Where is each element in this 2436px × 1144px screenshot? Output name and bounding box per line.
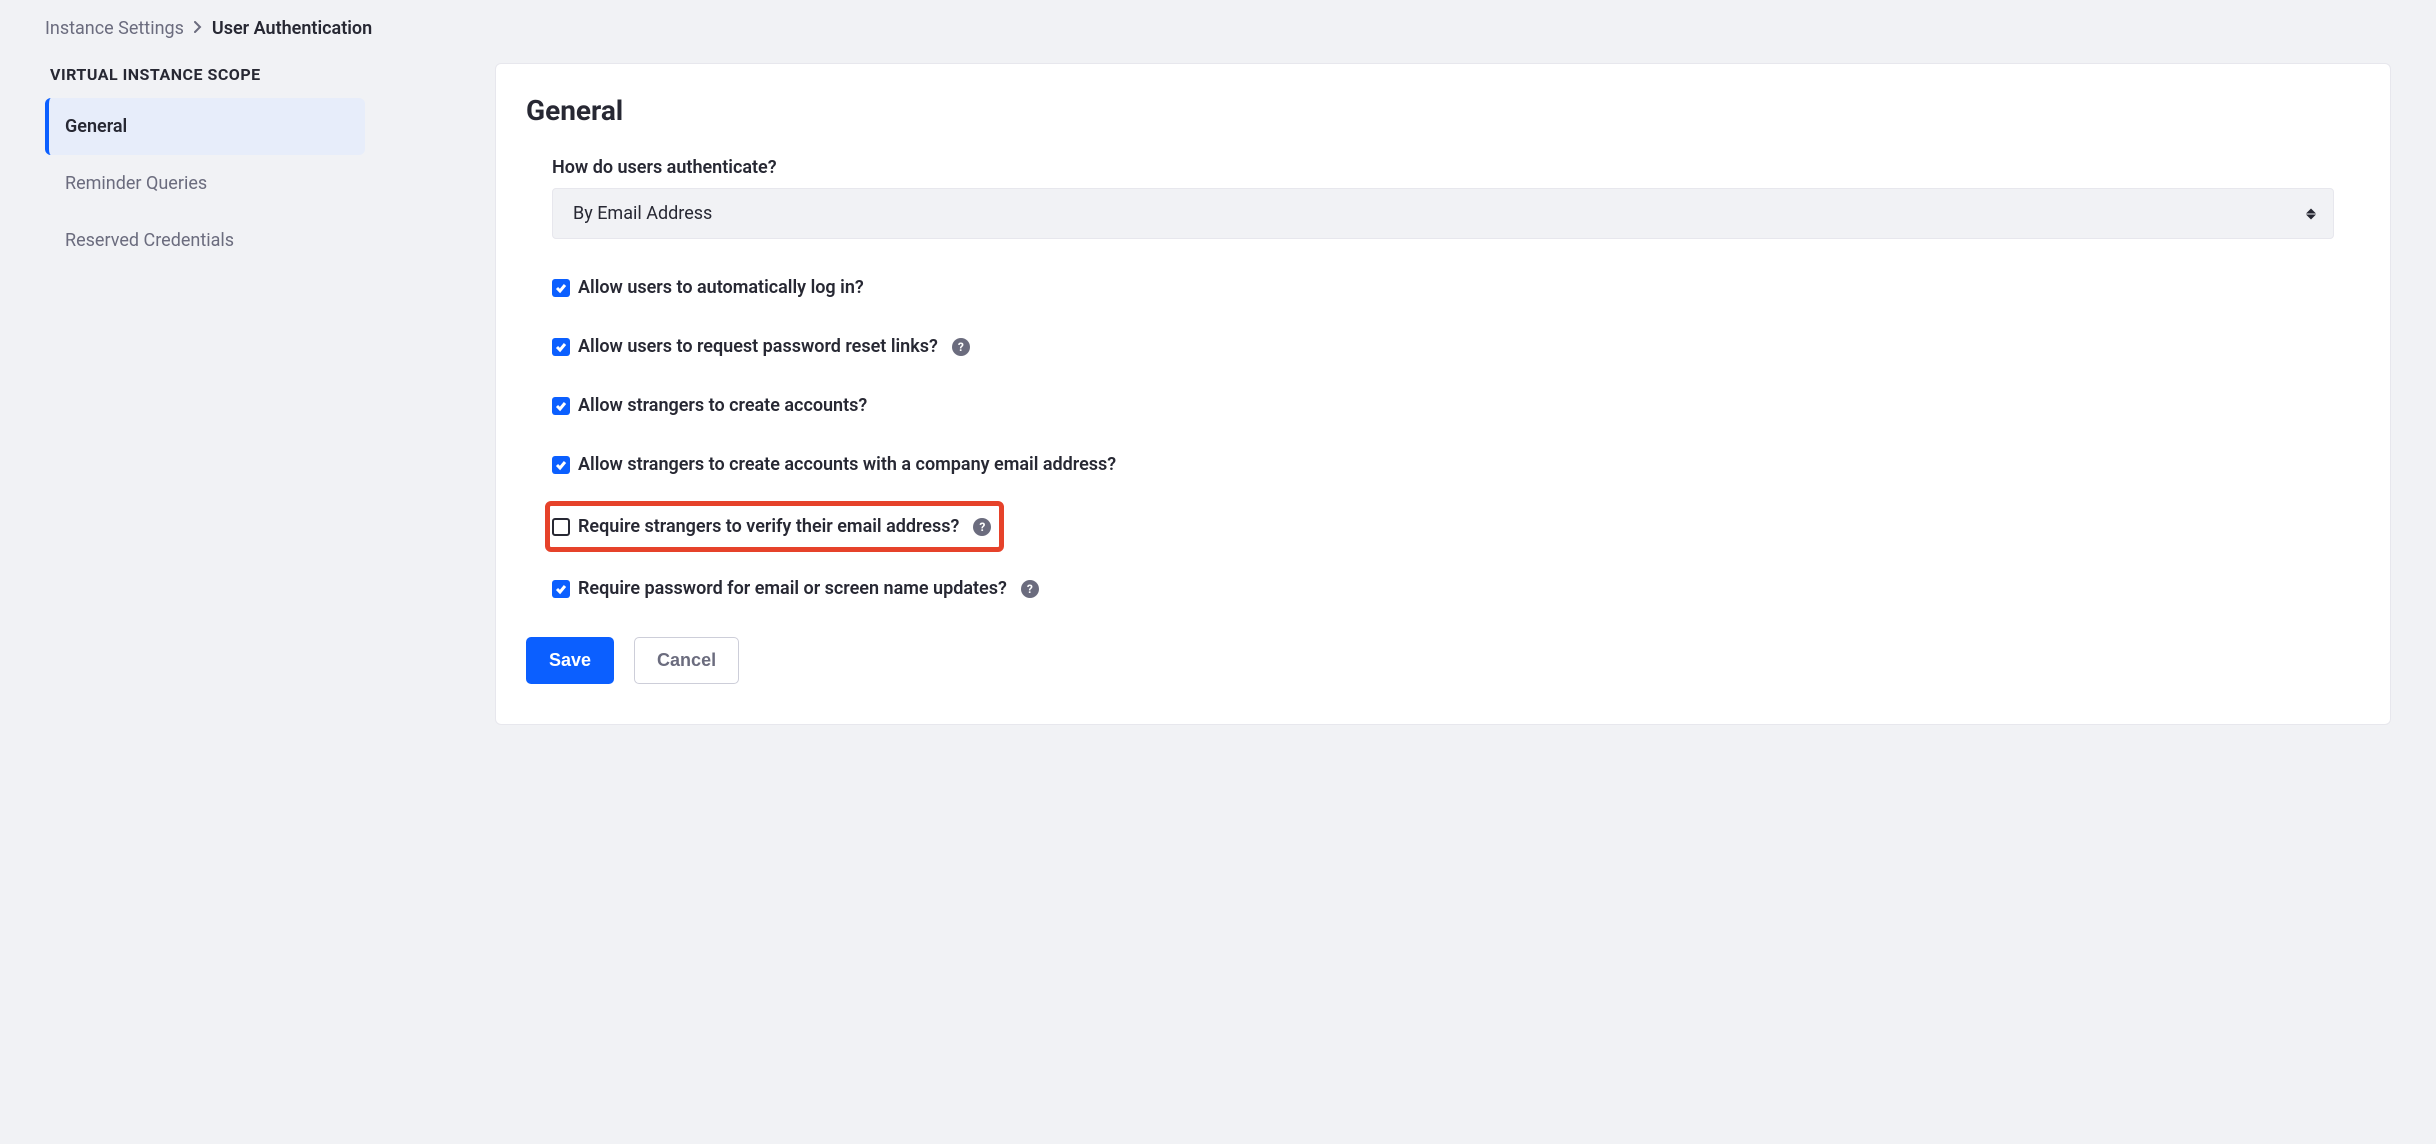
sidebar-item-reminder-queries[interactable]: Reminder Queries (45, 155, 365, 212)
help-icon[interactable]: ? (952, 338, 970, 356)
checkbox-strangers-create[interactable] (552, 397, 570, 415)
checkbox-password-reset[interactable] (552, 338, 570, 356)
sidebar: VIRTUAL INSTANCE SCOPE General Reminder … (45, 57, 365, 269)
checkbox-row-password-reset: Allow users to request password reset li… (552, 336, 2334, 357)
help-icon[interactable]: ? (1021, 580, 1039, 598)
checkbox-label[interactable]: Require strangers to verify their email … (578, 516, 959, 537)
checkbox-row-strangers-create: Allow strangers to create accounts? (552, 395, 2334, 416)
checkbox-label[interactable]: Allow strangers to create accounts? (578, 395, 867, 416)
sidebar-item-general[interactable]: General (45, 98, 365, 155)
checkbox-auto-login[interactable] (552, 279, 570, 297)
breadcrumb-parent-link[interactable]: Instance Settings (45, 18, 184, 39)
main-panel: General How do users authenticate? By Em… (495, 63, 2391, 725)
save-button[interactable]: Save (526, 637, 614, 684)
chevron-right-icon (194, 21, 202, 37)
auth-method-select-wrapper: By Email Address (552, 188, 2334, 239)
checkbox-label[interactable]: Allow users to request password reset li… (578, 336, 938, 357)
panel-title: General (526, 94, 2360, 127)
sidebar-item-reserved-credentials[interactable]: Reserved Credentials (45, 212, 365, 269)
checkbox-require-password-update[interactable] (552, 580, 570, 598)
checkbox-verify-email[interactable] (552, 518, 570, 536)
checkbox-label[interactable]: Allow strangers to create accounts with … (578, 454, 1116, 475)
checkbox-row-verify-email: Require strangers to verify their email … (545, 501, 1004, 552)
help-icon[interactable]: ? (973, 518, 991, 536)
auth-method-label: How do users authenticate? (552, 157, 2334, 178)
auth-method-select[interactable]: By Email Address (552, 188, 2334, 239)
checkbox-label[interactable]: Allow users to automatically log in? (578, 277, 864, 298)
button-row: Save Cancel (526, 637, 2360, 684)
checkbox-row-require-password-update: Require password for email or screen nam… (552, 578, 2334, 599)
checkbox-row-auto-login: Allow users to automatically log in? (552, 277, 2334, 298)
checkbox-strangers-company-email[interactable] (552, 456, 570, 474)
cancel-button[interactable]: Cancel (634, 637, 739, 684)
breadcrumb: Instance Settings User Authentication (45, 0, 2391, 57)
breadcrumb-current: User Authentication (212, 18, 372, 39)
checkbox-row-strangers-company-email: Allow strangers to create accounts with … (552, 454, 2334, 475)
checkbox-label[interactable]: Require password for email or screen nam… (578, 578, 1007, 599)
sidebar-title: VIRTUAL INSTANCE SCOPE (45, 65, 365, 98)
